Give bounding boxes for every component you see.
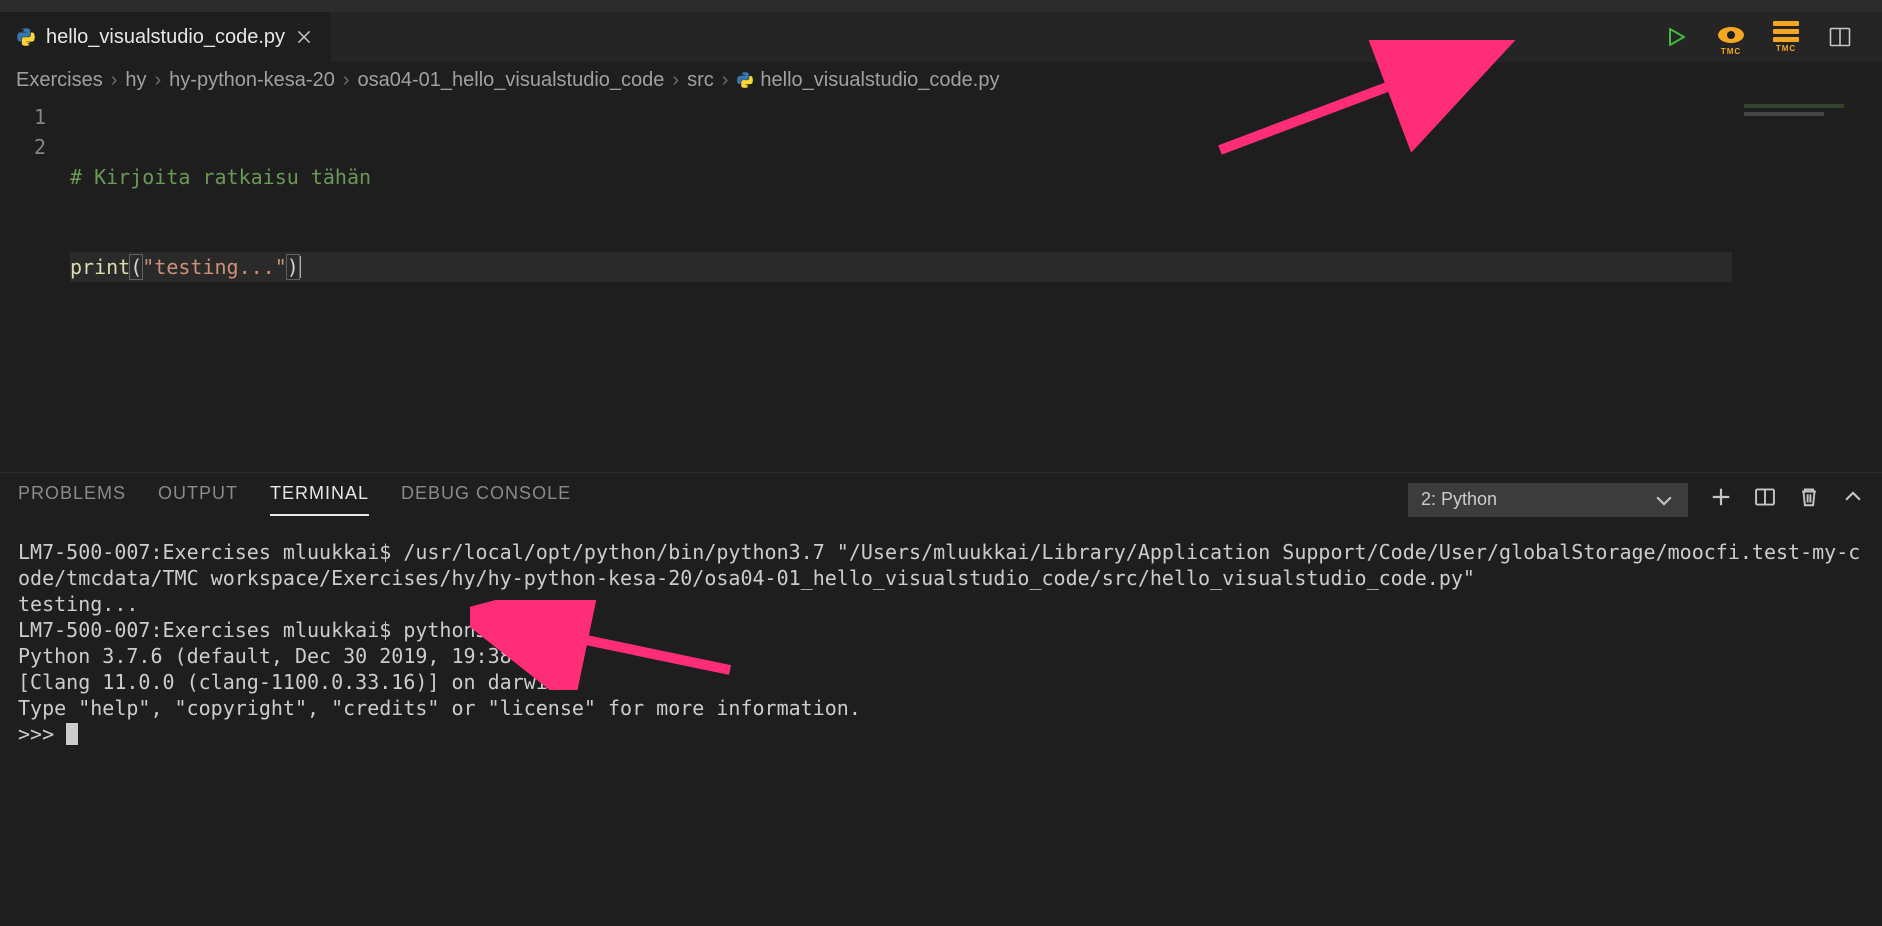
tab-hello-visualstudio-code[interactable]: hello_visualstudio_code.py: [0, 12, 332, 62]
chevron-down-icon: [1653, 489, 1675, 511]
window-titlebar: [0, 0, 1882, 12]
bottom-panel: PROBLEMS OUTPUT TERMINAL DEBUG CONSOLE 2…: [0, 472, 1882, 926]
breadcrumb-seg-file[interactable]: hello_visualstudio_code.py: [736, 69, 999, 92]
breadcrumb[interactable]: Exercises› hy› hy-python-kesa-20› osa04-…: [0, 62, 1882, 98]
editor-toolbar: TMC TMC: [1662, 12, 1882, 62]
terminal-select[interactable]: 2: Python: [1408, 483, 1688, 517]
tab-problems[interactable]: PROBLEMS: [18, 483, 126, 516]
breadcrumb-seg[interactable]: hy-python-kesa-20: [169, 69, 335, 92]
minimap[interactable]: [1732, 98, 1882, 472]
trash-icon[interactable]: [1798, 486, 1820, 514]
split-editor-icon[interactable]: [1826, 23, 1854, 51]
run-icon[interactable]: [1662, 23, 1690, 51]
line-gutter: 1 2: [0, 98, 70, 472]
editor-tabs: hello_visualstudio_code.py TMC TMC: [0, 12, 1882, 62]
chevron-up-icon[interactable]: [1842, 486, 1864, 514]
tab-output[interactable]: OUTPUT: [158, 483, 238, 516]
breadcrumb-seg[interactable]: osa04-01_hello_visualstudio_code: [358, 69, 665, 92]
code-area[interactable]: # Kirjoita ratkaisu tähän print("testing…: [70, 98, 1882, 472]
panel-tabs: PROBLEMS OUTPUT TERMINAL DEBUG CONSOLE 2…: [0, 473, 1882, 527]
text-cursor: [299, 256, 301, 278]
tab-terminal[interactable]: TERMINAL: [270, 483, 369, 516]
line-number: 2: [0, 132, 46, 162]
code-editor[interactable]: 1 2 # Kirjoita ratkaisu tähän print("tes…: [0, 98, 1882, 472]
split-terminal-icon[interactable]: [1754, 486, 1776, 514]
close-tab-icon[interactable]: [295, 28, 313, 46]
line-number: 1: [0, 102, 46, 132]
tmc-menu-icon[interactable]: TMC: [1772, 23, 1800, 51]
breadcrumb-seg[interactable]: hy: [125, 69, 146, 92]
new-terminal-icon[interactable]: [1710, 486, 1732, 514]
python-file-icon: [736, 71, 754, 89]
terminal-text: LM7-500-007:Exercises mluukkai$ /usr/loc…: [18, 540, 1860, 746]
panel-controls: 2: Python: [1408, 483, 1864, 517]
breadcrumb-seg[interactable]: src: [687, 69, 714, 92]
python-file-icon: [16, 27, 36, 47]
tab-filename: hello_visualstudio_code.py: [46, 26, 285, 49]
code-line: # Kirjoita ratkaisu tähän: [70, 162, 1882, 192]
breadcrumb-seg[interactable]: Exercises: [16, 69, 103, 92]
terminal-select-label: 2: Python: [1421, 489, 1497, 510]
tmc-eye-icon[interactable]: TMC: [1716, 26, 1746, 48]
code-line: print("testing..."): [70, 252, 1882, 282]
tab-debug-console[interactable]: DEBUG CONSOLE: [401, 483, 571, 516]
terminal-cursor: [66, 723, 78, 745]
terminal-output[interactable]: LM7-500-007:Exercises mluukkai$ /usr/loc…: [0, 527, 1882, 926]
